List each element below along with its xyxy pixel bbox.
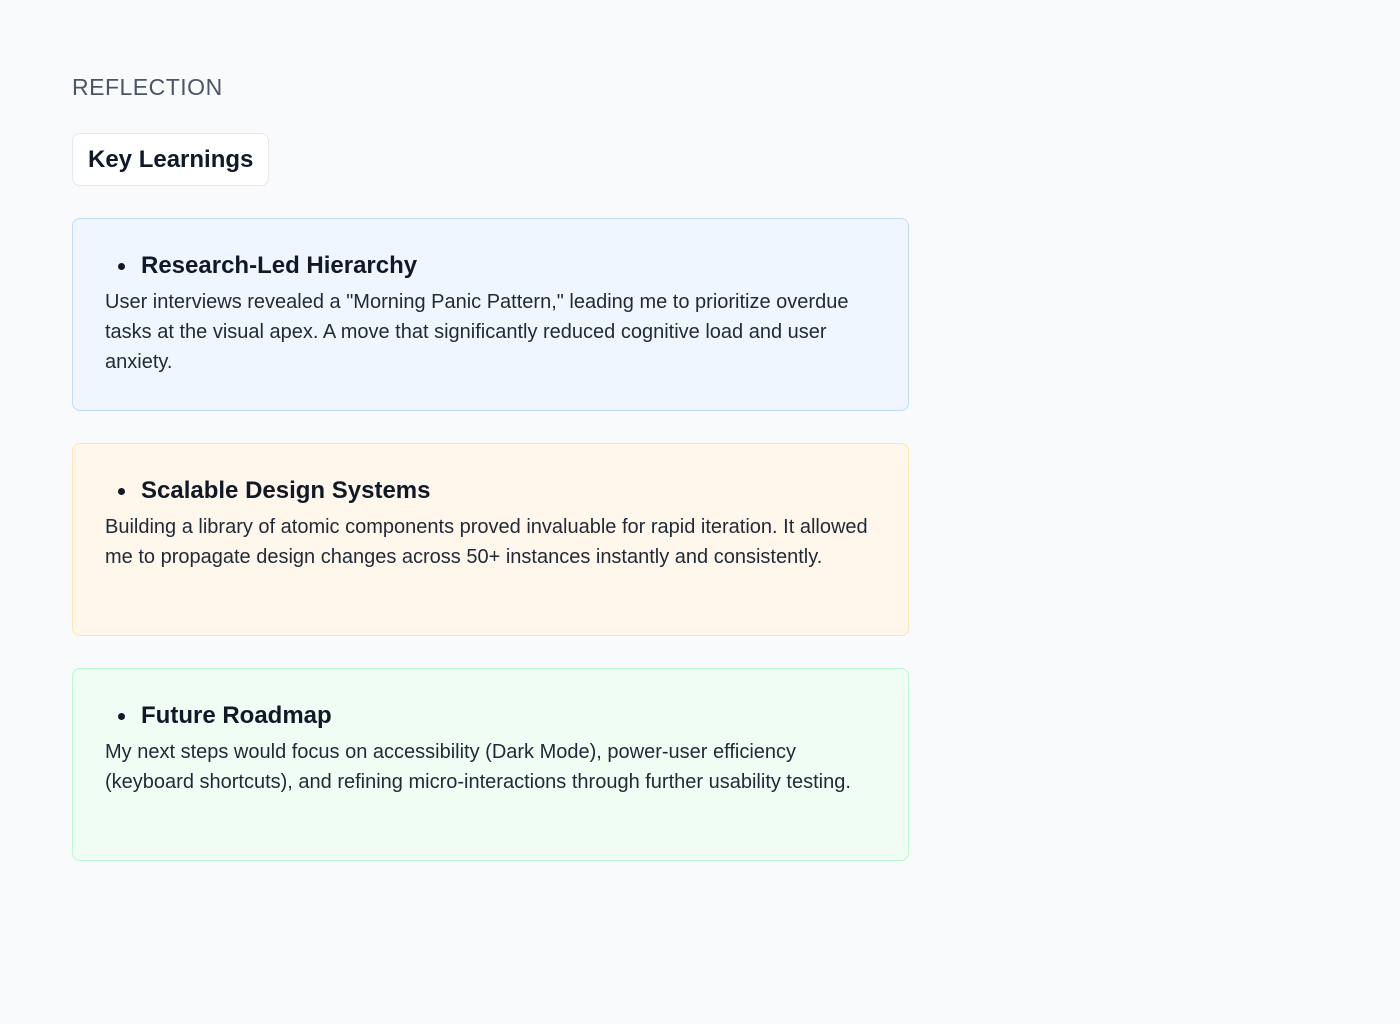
card-body: My next steps would focus on accessibili… — [105, 741, 851, 793]
section-eyebrow: REFLECTION — [72, 74, 223, 100]
reflection-page: REFLECTION Key Learnings Research-Led Hi… — [0, 0, 1400, 1024]
card-body: Building a library of atomic components … — [105, 516, 868, 568]
section-title-badge: Key Learnings — [72, 133, 270, 186]
card-heading: Future Roadmap — [105, 699, 876, 733]
learning-card-research: Research-Led Hierarchy User interviews r… — [72, 218, 909, 411]
card-title: Scalable Design Systems — [141, 477, 431, 504]
card-title: Research-Led Hierarchy — [141, 252, 418, 279]
bullet-icon — [118, 262, 125, 270]
card-title: Future Roadmap — [141, 702, 332, 729]
learning-card-design-systems: Scalable Design Systems Building a libra… — [72, 443, 909, 636]
card-body: User interviews revealed a "Morning Pani… — [105, 291, 849, 373]
bullet-icon — [118, 712, 125, 720]
card-heading: Research-Led Hierarchy — [105, 249, 876, 283]
bullet-icon — [118, 487, 125, 495]
learning-card-roadmap: Future Roadmap My next steps would focus… — [72, 668, 909, 861]
section-title: Key Learnings — [88, 146, 254, 173]
learning-cards: Research-Led Hierarchy User interviews r… — [72, 218, 909, 861]
card-heading: Scalable Design Systems — [105, 474, 876, 508]
